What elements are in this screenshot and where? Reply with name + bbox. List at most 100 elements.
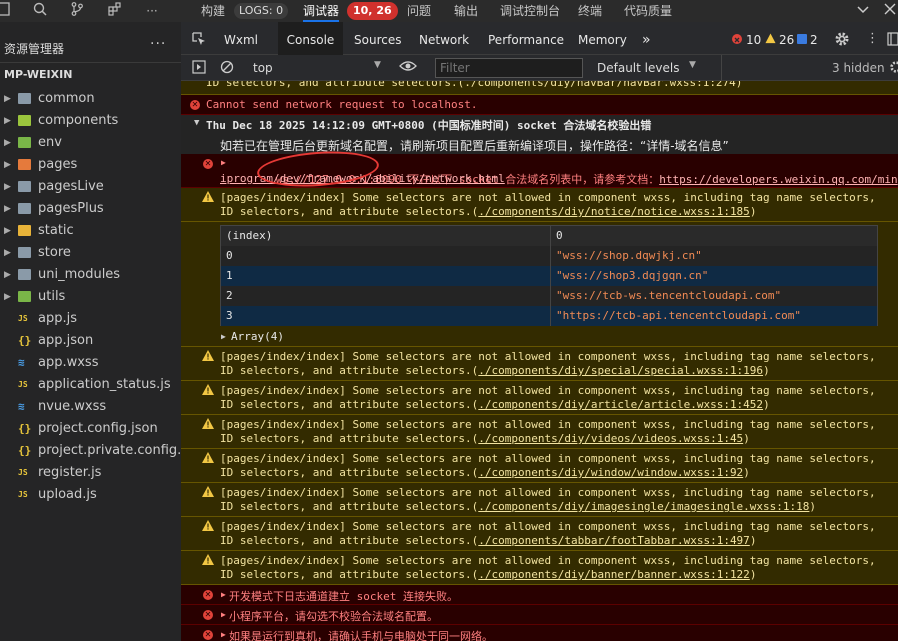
source-control-icon[interactable]: [67, 2, 87, 20]
sidebar-toggle-icon[interactable]: [192, 60, 206, 77]
tab-problems[interactable]: 问题: [407, 2, 431, 20]
explorer-icon[interactable]: [0, 2, 14, 20]
source-link[interactable]: ./components/diy/window/window.wxss:1:92: [478, 466, 743, 479]
more-tabs-icon[interactable]: »: [642, 22, 651, 55]
kebab-menu-icon[interactable]: ⋮: [866, 32, 879, 46]
tree-file[interactable]: ≋ nvue.wxss: [0, 396, 181, 418]
tab-build[interactable]: 构建: [201, 2, 225, 20]
filter-input[interactable]: [435, 58, 583, 78]
console-error-message: ✕ ▶ 开发模式下日志通道建立 socket 连接失败。: [181, 585, 898, 605]
source-link[interactable]: ./components/diy/imagesingle/imagesingle…: [478, 500, 809, 513]
file-type-icon: ≋: [18, 400, 25, 413]
folder-icon: [18, 203, 31, 214]
source-link[interactable]: ./components/diy/notice/notice.wxss:1:18…: [478, 205, 750, 218]
warning-icon: [202, 520, 214, 531]
expand-triangle-icon[interactable]: ▶: [221, 630, 226, 639]
tab-output[interactable]: 输出: [454, 2, 478, 20]
source-link[interactable]: ./components/diy/videos/videos.wxss:1:45: [478, 432, 743, 445]
warning-count-icon: [765, 33, 776, 47]
explorer-sidebar: 资源管理器 ··· MP-WEIXIN ▶ common ▶ components ▶ e…: [0, 22, 181, 641]
tree-folder[interactable]: ▶ pagesPlus: [0, 198, 181, 220]
context-selector[interactable]: top ▼: [247, 59, 387, 77]
source-link[interactable]: ./components/diy/banner/banner.wxss:1:12…: [478, 568, 750, 581]
tree-folder[interactable]: ▶ uni_modules: [0, 264, 181, 286]
dock-side-icon[interactable]: [887, 32, 898, 49]
tab-debugger[interactable]: 调试器: [303, 2, 340, 22]
folder-label: uni_modules: [38, 267, 121, 282]
source-link[interactable]: ./components/tabbar/footTabbar.wxss:1:49…: [478, 534, 750, 547]
tree-file[interactable]: ≋ app.wxss: [0, 352, 181, 374]
tab-code-quality[interactable]: 代码质量: [624, 2, 672, 20]
folder-icon: [18, 225, 31, 236]
tab-network[interactable]: Network: [419, 22, 469, 55]
tree-file[interactable]: JS application_status.js: [0, 374, 181, 396]
close-icon[interactable]: [880, 2, 898, 20]
tree-file[interactable]: {} project.config.json: [0, 418, 181, 440]
console-settings-gear-icon[interactable]: [889, 60, 898, 77]
tree-folder[interactable]: ▶ utils: [0, 286, 181, 308]
file-type-icon: ≋: [18, 356, 25, 369]
expand-triangle-icon[interactable]: ▶: [221, 332, 226, 341]
tree-folder[interactable]: ▶ pages: [0, 154, 181, 176]
clear-console-icon[interactable]: [220, 60, 234, 77]
hidden-count[interactable]: 3 hidden: [832, 61, 885, 75]
tab-wxml[interactable]: Wxml: [224, 22, 274, 55]
warning-text: [pages/index/index] Some selectors are n…: [220, 520, 876, 533]
tree-file[interactable]: JS app.js: [0, 308, 181, 330]
chevron-down-icon[interactable]: [853, 2, 873, 20]
more-icon[interactable]: ···: [142, 2, 162, 20]
expand-triangle-icon[interactable]: ▶: [221, 590, 226, 599]
warning-icon: [202, 384, 214, 395]
search-icon[interactable]: [30, 2, 50, 20]
warning-text-cont: ID selectors, and attribute selectors.(: [220, 500, 479, 513]
log-levels-dropdown[interactable]: Default levels ▼: [597, 59, 707, 77]
live-expression-eye-icon[interactable]: [399, 59, 417, 76]
tree-folder[interactable]: ▶ common: [0, 88, 181, 110]
extensions-icon[interactable]: [105, 2, 125, 20]
expanded-triangle-icon: ▼: [194, 118, 200, 128]
explorer-more-button[interactable]: ···: [150, 36, 166, 52]
log-levels-value: Default levels: [597, 61, 680, 75]
inspect-element-icon[interactable]: [191, 31, 207, 47]
folder-label: env: [38, 135, 62, 150]
tab-console[interactable]: Console: [278, 22, 343, 55]
tab-debug-console[interactable]: 调试控制台: [500, 2, 560, 20]
docs-link[interactable]: https://developers.weixin.qq.com/min: [659, 173, 897, 186]
tree-file[interactable]: JS upload.js: [0, 484, 181, 506]
table-row: 2 "wss://tcb-ws.tencentcloudapi.com": [221, 286, 877, 306]
warning-text-cont: ID selectors, and attribute selectors.(: [220, 398, 479, 411]
chevron-right-icon: ▶: [4, 204, 11, 214]
tree-folder[interactable]: ▶ env: [0, 132, 181, 154]
tree-file[interactable]: JS register.js: [0, 462, 181, 484]
tree-folder[interactable]: ▶ store: [0, 242, 181, 264]
tab-sources[interactable]: Sources: [354, 22, 401, 55]
array-label[interactable]: Array(4): [231, 330, 284, 343]
tab-performance[interactable]: Performance: [488, 22, 564, 55]
warning-count[interactable]: 26: [779, 22, 794, 55]
tree-folder[interactable]: ▶ components: [0, 110, 181, 132]
source-link[interactable]: ./components/diy/article/article.wxss:1:…: [478, 398, 763, 411]
table-header[interactable]: 0: [551, 226, 877, 246]
expand-triangle-icon[interactable]: ▶: [221, 158, 226, 167]
chevron-right-icon: ▶: [4, 270, 11, 280]
file-type-icon: JS: [18, 490, 28, 499]
tree-folder[interactable]: ▶ static: [0, 220, 181, 242]
table-row: 0 "wss://shop.dqwjkj.cn": [221, 246, 877, 266]
warning-text-cont: ID selectors, and attribute selectors.(: [220, 364, 479, 377]
project-section-header[interactable]: MP-WEIXIN: [0, 62, 181, 86]
table-header[interactable]: (index): [221, 226, 551, 246]
tab-terminal[interactable]: 终端: [578, 2, 602, 20]
error-count[interactable]: 10: [746, 22, 761, 55]
tree-file[interactable]: {} app.json: [0, 330, 181, 352]
tree-file[interactable]: {} project.private.config.js...: [0, 440, 181, 462]
settings-gear-icon[interactable]: [834, 31, 850, 50]
file-label: app.js: [38, 311, 77, 326]
tab-memory[interactable]: Memory: [578, 22, 627, 55]
info-count[interactable]: 2: [810, 22, 818, 55]
paren-close: ): [763, 364, 770, 377]
expand-triangle-icon[interactable]: ▶: [221, 610, 226, 619]
tree-folder[interactable]: ▶ pagesLive: [0, 176, 181, 198]
console-group-header[interactable]: ▼ Thu Dec 18 2025 14:12:09 GMT+0800 (中国标…: [181, 115, 898, 133]
info-text: 如若已在管理后台更新域名配置，请刷新项目配置后重新编译项目，操作路径：“详情-域…: [220, 139, 729, 153]
source-link[interactable]: ./components/diy/special/special.wxss:1:…: [478, 364, 763, 377]
